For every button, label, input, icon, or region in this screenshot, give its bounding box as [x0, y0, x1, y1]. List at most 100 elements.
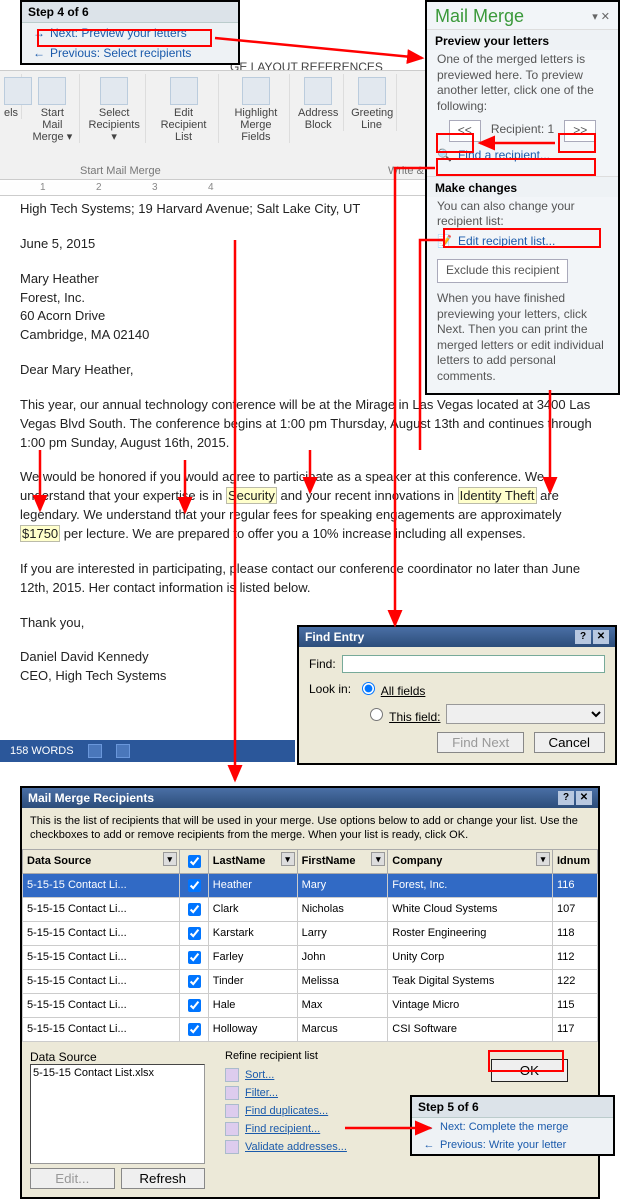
status-bar: 158 WORDS — [0, 740, 295, 762]
ribbon-group-write: Write & — [388, 165, 424, 177]
merge-field-identity-theft: Identity Theft — [458, 487, 537, 504]
sort-link[interactable]: Sort... — [225, 1068, 347, 1082]
pane-title-bar: Mail Merge ▾ ✕ — [427, 2, 618, 29]
ribbon: els Start MailMerge ▾ SelectRecipients ▾… — [0, 70, 425, 180]
select-recipients-icon — [100, 77, 128, 105]
find-duplicates-link[interactable]: Find duplicates... — [225, 1104, 347, 1118]
step4-next-link[interactable]: →Next: Preview your letters — [22, 23, 238, 43]
ribbon-edit-recipient-list[interactable]: EditRecipient List — [149, 74, 219, 143]
prev-recipient-button[interactable]: << — [449, 120, 481, 142]
macro-icon[interactable] — [116, 744, 130, 758]
ok-button[interactable]: OK — [491, 1059, 568, 1082]
refine-label: Refine recipient list — [225, 1050, 347, 1062]
row-checkbox[interactable] — [188, 927, 201, 940]
this-field-radio[interactable]: This field: — [365, 705, 440, 724]
ribbon-item-labels[interactable]: els — [0, 74, 22, 119]
step5-next-link[interactable]: →Next: Complete the merge — [412, 1118, 613, 1136]
row-checkbox[interactable] — [188, 1023, 201, 1036]
sort-icon — [225, 1068, 239, 1082]
recipients-table: Data Source▾ LastName▾ FirstName▾ Compan… — [22, 849, 598, 1042]
word-count[interactable]: 158 WORDS — [10, 745, 74, 757]
ribbon-start-mail-merge[interactable]: Start MailMerge ▾ — [25, 74, 80, 143]
preview-section-body: One of the merged letters is previewed h… — [427, 50, 618, 176]
highlight-icon — [242, 77, 270, 105]
paragraph-1: This year, our annual technology confere… — [20, 396, 600, 453]
col-idnum[interactable]: Idnum — [553, 849, 598, 873]
validate-addresses-link[interactable]: Validate addresses... — [225, 1140, 347, 1154]
table-row[interactable]: 5-15-15 Contact Li...HaleMaxVintage Micr… — [23, 993, 598, 1017]
help-icon[interactable]: ? — [575, 630, 591, 644]
recipient-indicator: Recipient: 1 — [485, 120, 560, 142]
lookin-label: Look in: — [309, 682, 351, 696]
find-recipient-link[interactable]: 🔍Find a recipient... — [437, 148, 608, 164]
address-icon — [304, 77, 332, 105]
find-entry-titlebar: Find Entry ?✕ — [299, 627, 615, 647]
arrow-left-icon: ← — [422, 1139, 436, 1151]
make-changes-body: You can also change your recipient list:… — [427, 197, 618, 393]
row-checkbox[interactable] — [188, 999, 201, 1012]
duplicates-icon — [225, 1104, 239, 1118]
table-row[interactable]: 5-15-15 Contact Li...HeatherMaryForest, … — [23, 873, 598, 897]
pane-menu-icon[interactable]: ▾ — [592, 11, 598, 23]
data-source-list[interactable]: 5-15-15 Contact List.xlsx — [30, 1064, 205, 1164]
ribbon-address-block[interactable]: AddressBlock — [294, 74, 344, 131]
col-data-source[interactable]: Data Source▾ — [23, 849, 180, 873]
edit-recipient-list-link[interactable]: 📝Edit recipient list... — [437, 234, 608, 250]
table-row[interactable]: 5-15-15 Contact Li...FarleyJohnUnity Cor… — [23, 945, 598, 969]
pane-title: Mail Merge — [435, 6, 524, 27]
find-input[interactable] — [342, 655, 605, 673]
recipients-titlebar: Mail Merge Recipients ?✕ — [22, 788, 598, 808]
help-icon[interactable]: ? — [558, 791, 574, 805]
step5-callout: Step 5 of 6 →Next: Complete the merge ←P… — [410, 1095, 615, 1156]
proofing-icon[interactable] — [88, 744, 102, 758]
data-source-section: Data Source 5-15-15 Contact List.xlsx Ed… — [30, 1050, 205, 1189]
ribbon-select-recipients[interactable]: SelectRecipients ▾ — [84, 74, 146, 143]
find-next-button[interactable]: Find Next — [437, 732, 524, 753]
find-icon — [225, 1122, 239, 1136]
arrow-right-icon: → — [32, 26, 46, 40]
table-row[interactable]: 5-15-15 Contact Li...TinderMelissaTeak D… — [23, 969, 598, 993]
next-recipient-button[interactable]: >> — [564, 120, 596, 142]
search-icon: 🔍 — [437, 148, 452, 164]
col-lastname[interactable]: LastName▾ — [208, 849, 297, 873]
arrow-left-icon: ← — [32, 46, 46, 60]
refresh-button[interactable]: Refresh — [121, 1168, 206, 1189]
edit-datasource-button[interactable]: Edit... — [30, 1168, 115, 1189]
find-label: Find: — [309, 657, 336, 671]
close-icon[interactable]: ✕ — [593, 630, 609, 644]
recipient-nav: << Recipient: 1 >> — [437, 120, 608, 142]
pane-close-icon[interactable]: ✕ — [601, 11, 610, 23]
step4-title: Step 4 of 6 — [22, 2, 238, 23]
row-checkbox[interactable] — [188, 879, 201, 892]
step4-prev-link[interactable]: ←Previous: Select recipients — [22, 43, 238, 63]
col-firstname[interactable]: FirstName▾ — [297, 849, 388, 873]
merge-field-fee: $1750 — [20, 525, 60, 542]
edit-icon: 📝 — [437, 234, 452, 250]
paragraph-2: We would be honored if you would agree t… — [20, 468, 600, 543]
edit-list-icon — [170, 77, 198, 105]
cancel-button[interactable]: Cancel — [534, 732, 606, 753]
recipients-intro: This is the list of recipients that will… — [22, 808, 598, 849]
close-icon[interactable]: ✕ — [576, 791, 592, 805]
field-select[interactable] — [446, 704, 605, 724]
ribbon-highlight-merge-fields[interactable]: HighlightMerge Fields — [222, 74, 290, 143]
refine-list-section: Refine recipient list Sort... Filter... … — [225, 1050, 347, 1158]
ribbon-group-start: Start Mail Merge — [80, 165, 161, 177]
table-row[interactable]: 5-15-15 Contact Li...HollowayMarcusCSI S… — [23, 1017, 598, 1041]
exclude-recipient-button[interactable]: Exclude this recipient — [437, 259, 568, 283]
row-checkbox[interactable] — [188, 951, 201, 964]
ribbon-greeting-line[interactable]: GreetingLine — [347, 74, 397, 131]
step5-prev-link[interactable]: ←Previous: Write your letter — [412, 1136, 613, 1154]
find-recipient-link[interactable]: Find recipient... — [225, 1122, 347, 1136]
merge-field-security: Security — [226, 487, 277, 504]
make-changes-title: Make changes — [427, 176, 618, 197]
filter-link[interactable]: Filter... — [225, 1086, 347, 1100]
all-fields-radio[interactable]: All fields — [357, 679, 425, 698]
table-row[interactable]: 5-15-15 Contact Li...KarstarkLarryRoster… — [23, 921, 598, 945]
table-row[interactable]: 5-15-15 Contact Li...ClarkNicholasWhite … — [23, 897, 598, 921]
ruler: 1234 — [0, 182, 425, 196]
row-checkbox[interactable] — [188, 903, 201, 916]
row-checkbox[interactable] — [188, 975, 201, 988]
col-company[interactable]: Company▾ — [388, 849, 553, 873]
col-check[interactable] — [179, 849, 208, 873]
